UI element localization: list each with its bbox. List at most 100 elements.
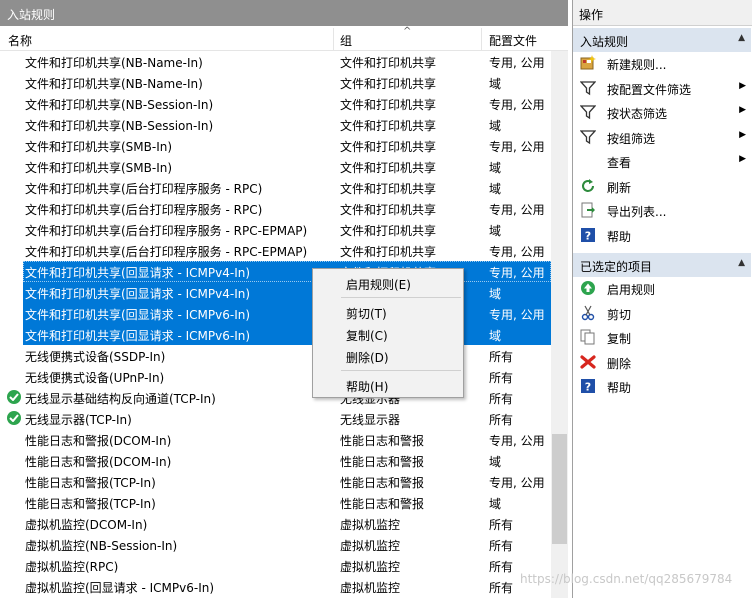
table-row[interactable]: 性能日志和警报(DCOM-In) 性能日志和警报 域 <box>0 450 551 471</box>
table-row[interactable]: 文件和打印机共享(后台打印程序服务 - RPC-EPMAP) 文件和打印机共享 专用… <box>0 240 551 261</box>
rule-profile-cell: 域 <box>489 182 502 196</box>
column-header-group[interactable]: 组 <box>340 32 352 49</box>
submenu-arrow-icon: ▶ <box>739 129 746 140</box>
menu-item-label: 剪切(T) <box>346 307 387 321</box>
inbound-action-0[interactable]: 新建规则... <box>573 51 751 75</box>
inbound-action-5[interactable]: 刷新 <box>573 174 751 198</box>
table-row[interactable]: 无线便携式设备(SSDP-In)无线便携式设备所有 <box>0 345 551 366</box>
column-header-name[interactable]: 名称 <box>8 32 32 49</box>
rule-profile-cell: 专用, 公用 <box>489 98 545 112</box>
selected-action-2[interactable]: 复制 <box>573 325 751 349</box>
column-header-profile[interactable]: 配置文件 <box>489 32 537 49</box>
rule-name-cell: 文件和打印机共享(回显请求 - ICMPv6-In) <box>25 308 251 322</box>
selected-action-3[interactable]: 删除 <box>573 350 751 374</box>
inbound-action-6[interactable]: 导出列表... <box>573 198 751 222</box>
menu-item-label: 帮助(H) <box>346 380 389 394</box>
selected-action-0[interactable]: 启用规则 <box>573 276 751 300</box>
section-header-label: 入站规则 <box>580 35 629 49</box>
table-row[interactable]: 虚拟机监控(DCOM-In) 虚拟机监控 所有 <box>0 513 551 534</box>
help-icon: ? <box>580 227 596 243</box>
rule-profile-cell: 域 <box>489 497 502 511</box>
action-label: 复制 <box>607 332 632 346</box>
menu-item-copy[interactable]: 复制(C) <box>313 323 463 345</box>
selected-action-4[interactable]: ? 帮助 <box>573 374 751 398</box>
rule-name-cell: 文件和打印机共享(NB-Name-In) <box>25 77 203 91</box>
rule-profile-cell: 专用, 公用 <box>489 266 545 280</box>
rule-name-cell: 虚拟机监控(回显请求 - ICMPv6-In) <box>25 581 215 595</box>
submenu-arrow-icon: ▶ <box>739 105 746 115</box>
table-row[interactable]: 文件和打印机共享(后台打印程序服务 - RPC) 文件和打印机共享 域 <box>0 177 551 198</box>
table-row[interactable]: 文件和打印机共享(回显请求 - ICMPv4-In)文件和打印机共享域 <box>0 282 551 303</box>
table-row[interactable]: 虚拟机监控(NB-Session-In) 虚拟机监控 所有 <box>0 534 551 555</box>
rule-name-cell: 性能日志和警报(DCOM-In) <box>25 434 172 448</box>
menu-item-delete[interactable]: 删除(D) <box>313 345 463 367</box>
inbound-action-3[interactable]: 按组筛选 ▶ <box>573 125 751 149</box>
rule-name-cell: 虚拟机监控(NB-Session-In) <box>25 539 178 553</box>
column-divider[interactable] <box>481 28 482 50</box>
rule-profile-cell: 专用, 公用 <box>489 245 545 259</box>
inbound-action-7[interactable]: ? 帮助 <box>573 223 751 247</box>
vertical-scrollbar[interactable] <box>551 51 568 598</box>
table-row[interactable]: 无线显示基础结构反向通道(TCP-In) 无线显示器 所有 <box>0 387 551 408</box>
table-row[interactable]: 无线显示器(TCP-In) 无线显示器 所有 <box>0 408 551 429</box>
menu-item-cut[interactable]: 剪切(T) <box>313 301 463 323</box>
rule-profile-cell: 专用, 公用 <box>489 56 545 70</box>
rule-group-cell: 性能日志和警报 <box>340 455 425 469</box>
table-row[interactable]: 性能日志和警报(TCP-In) 性能日志和警报 域 <box>0 492 551 513</box>
inbound-action-2[interactable]: 按状态筛选 ▶ <box>573 100 751 124</box>
table-row[interactable]: 文件和打印机共享(NB-Session-In) 文件和打印机共享 域 <box>0 114 551 135</box>
table-row[interactable]: 文件和打印机共享(回显请求 - ICMPv4-In)文件和打印机共享专用, 公用 <box>0 261 551 282</box>
rule-group-cell: 文件和打印机共享 <box>340 140 437 154</box>
rule-group-cell: 文件和打印机共享 <box>340 161 437 175</box>
table-row[interactable]: 文件和打印机共享(SMB-In) 文件和打印机共享 专用, 公用 <box>0 135 551 156</box>
table-row[interactable]: 文件和打印机共享(NB-Name-In) 文件和打印机共享 域 <box>0 72 551 93</box>
rule-name-cell: 性能日志和警报(TCP-In) <box>25 476 156 490</box>
rule-name-cell: 文件和打印机共享(后台打印程序服务 - RPC) <box>25 182 263 196</box>
rule-name-cell: 性能日志和警报(DCOM-In) <box>25 455 172 469</box>
section-header-inbound-rules[interactable]: 入站规则 ▲ <box>573 28 751 52</box>
enable-icon <box>580 280 596 296</box>
rule-name-cell: 无线便携式设备(UPnP-In) <box>25 371 165 385</box>
action-label: 刷新 <box>607 180 632 195</box>
table-row[interactable]: 文件和打印机共享(NB-Name-In) 文件和打印机共享 专用, 公用 <box>0 51 551 72</box>
table-row[interactable]: 无线便携式设备(UPnP-In)无线便携式设备所有 <box>0 366 551 387</box>
section-header-selected-items[interactable]: 已选定的项目 ▲ <box>573 253 751 277</box>
rule-profile-cell: 所有 <box>489 539 514 553</box>
table-row[interactable]: 文件和打印机共享(NB-Session-In) 文件和打印机共享 专用, 公用 <box>0 93 551 114</box>
pane-title: 入站规则 <box>0 0 568 26</box>
table-row[interactable]: 性能日志和警报(TCP-In) 性能日志和警报 专用, 公用 <box>0 471 551 492</box>
section-header-label: 已选定的项目 <box>580 260 653 274</box>
menu-item-label: 复制(C) <box>346 329 388 343</box>
scrollbar-thumb[interactable] <box>552 434 567 544</box>
rule-profile-cell: 域 <box>489 119 502 133</box>
column-divider[interactable] <box>333 28 334 50</box>
submenu-arrow-icon: ▶ <box>739 80 746 91</box>
action-label: 按配置文件筛选 <box>607 82 692 97</box>
cut-icon <box>580 305 596 321</box>
collapse-icon[interactable]: ▲ <box>738 258 745 268</box>
rule-profile-cell: 所有 <box>489 581 514 595</box>
table-row[interactable]: 文件和打印机共享(回显请求 - ICMPv6-In)文件和打印机共享专用, 公用 <box>0 303 551 324</box>
selected-action-1[interactable]: 剪切 <box>573 301 751 325</box>
menu-separator <box>341 370 461 371</box>
export-icon <box>580 202 596 218</box>
action-label: 导出列表... <box>607 205 667 219</box>
table-row[interactable]: 文件和打印机共享(SMB-In) 文件和打印机共享 域 <box>0 156 551 177</box>
table-row[interactable]: 虚拟机监控(RPC) 虚拟机监控 所有 <box>0 555 551 576</box>
rule-name-cell: 文件和打印机共享(SMB-In) <box>25 140 173 154</box>
inbound-action-4[interactable]: 查看 ▶ <box>573 149 751 173</box>
menu-item-enable-rule[interactable]: 启用规则(E) <box>313 272 463 294</box>
rule-group-cell: 性能日志和警报 <box>340 497 425 511</box>
table-row[interactable]: 性能日志和警报(DCOM-In) 性能日志和警报 专用, 公用 <box>0 429 551 450</box>
rule-profile-cell: 所有 <box>489 413 514 427</box>
table-row[interactable]: 文件和打印机共享(回显请求 - ICMPv6-In)文件和打印机共享域 <box>0 324 551 345</box>
filter-icon <box>579 104 597 120</box>
table-row[interactable]: 虚拟机监控(回显请求 - ICMPv6-In) 虚拟机监控 所有 <box>0 576 551 597</box>
action-label: 启用规则 <box>607 283 656 297</box>
table-row[interactable]: 文件和打印机共享(后台打印程序服务 - RPC) 文件和打印机共享 专用, 公用 <box>0 198 551 219</box>
inbound-action-1[interactable]: 按配置文件筛选 ▶ <box>573 76 751 100</box>
menu-item-help[interactable]: 帮助(H) <box>313 374 463 396</box>
table-row[interactable]: 文件和打印机共享(后台打印程序服务 - RPC-EPMAP) 文件和打印机共享 域 <box>0 219 551 240</box>
collapse-icon[interactable]: ▲ <box>738 33 745 43</box>
rule-profile-cell: 所有 <box>489 350 514 364</box>
